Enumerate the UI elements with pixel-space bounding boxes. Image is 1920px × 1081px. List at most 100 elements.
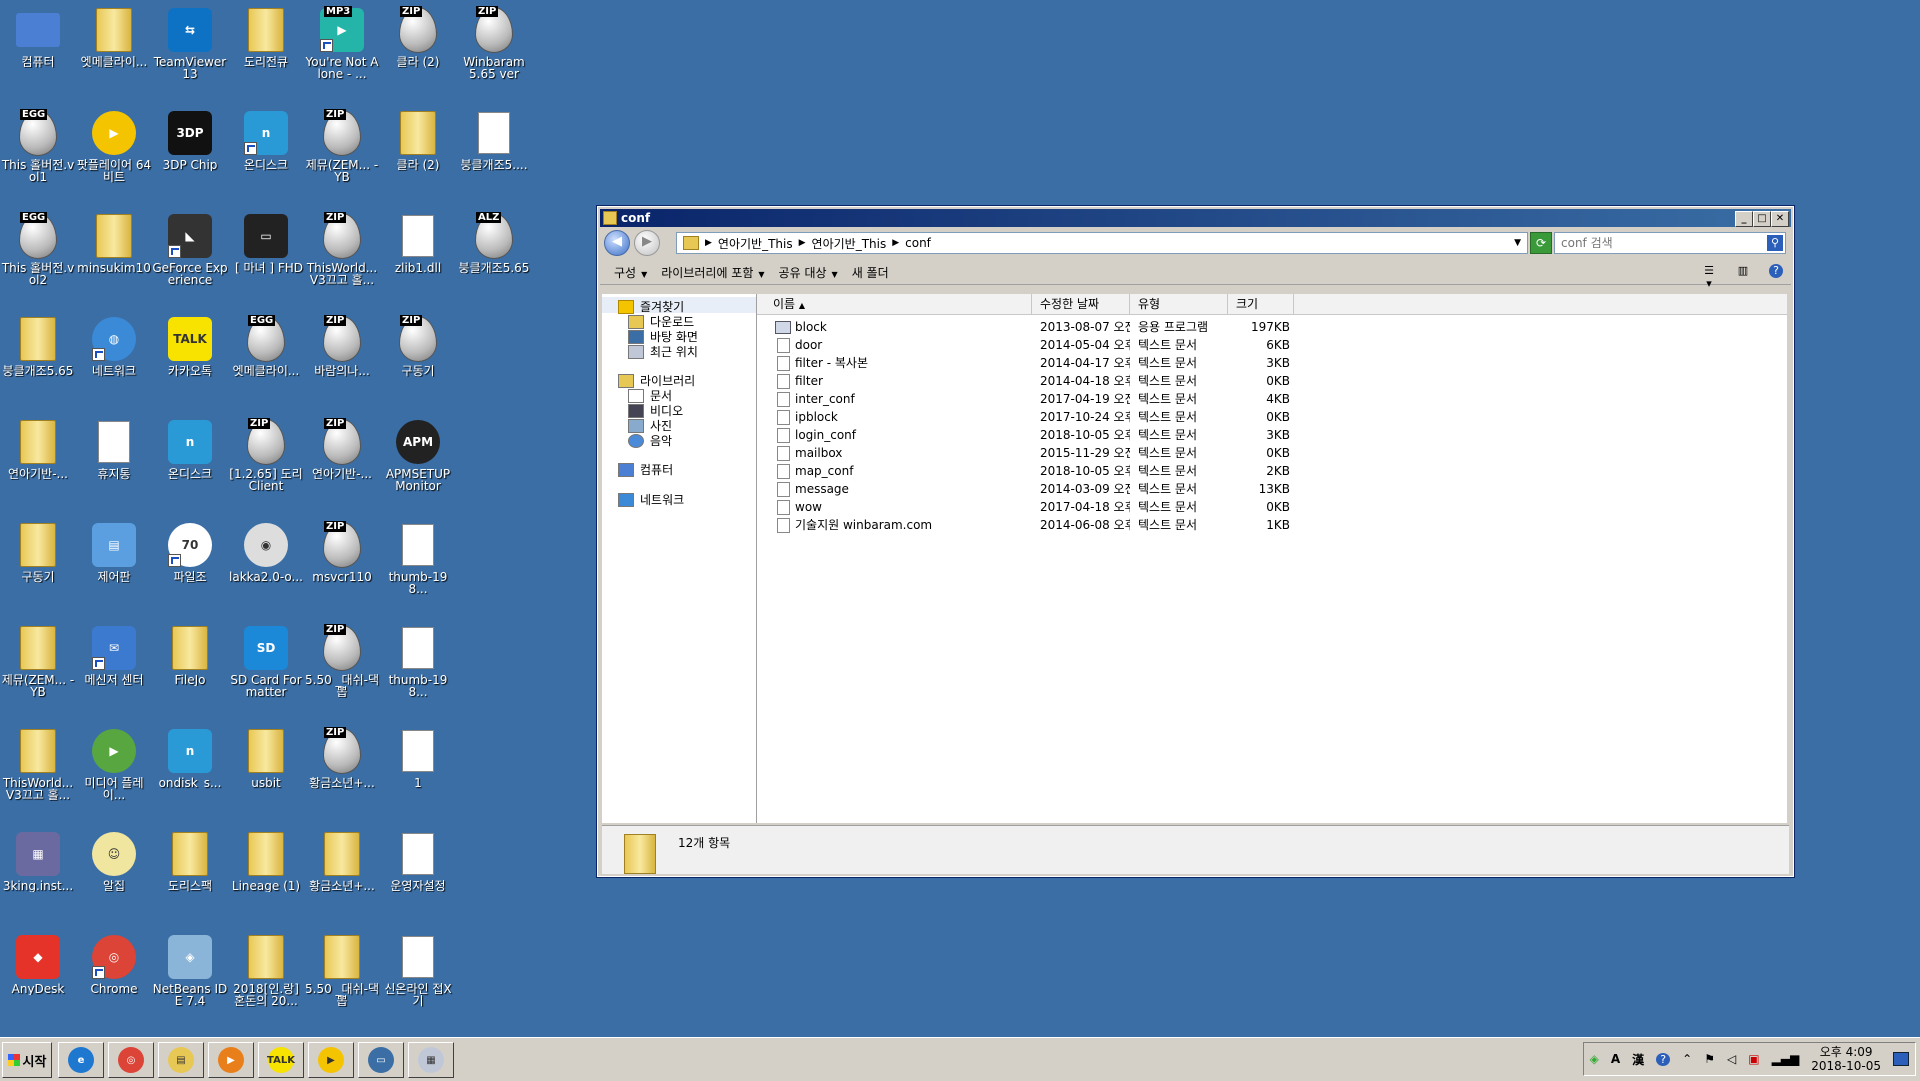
desktop-icon-egg[interactable]: ZIP [1.2.65] 도리 Client: [228, 418, 304, 492]
help-icon[interactable]: ?: [1656, 1052, 1671, 1066]
desktop-icon-folder[interactable]: ThisWorld... V3끄고 홀...: [0, 727, 76, 801]
clock[interactable]: 오후 4:09 2018-10-05: [1811, 1045, 1881, 1073]
volume-icon[interactable]: ◁: [1727, 1052, 1736, 1066]
desktop-icon-circle[interactable]: ▶ 미디어 플레이...: [76, 727, 152, 801]
close-button[interactable]: ✕: [1771, 211, 1789, 227]
network-status-icon[interactable]: ▣: [1748, 1052, 1759, 1066]
desktop-icon-folder[interactable]: 도리전큐: [228, 6, 304, 68]
desktop-icon-egg[interactable]: ZIP 5.50 _대쉬-댁뽑: [304, 624, 380, 698]
maximize-button[interactable]: □: [1753, 211, 1771, 227]
desktop-icon-circle[interactable]: ◎ Chrome: [76, 933, 152, 995]
share-with-button[interactable]: 공유 대상 ▼: [779, 264, 838, 281]
desktop-icon-doc[interactable]: zlib1.dll: [380, 212, 456, 274]
search-input[interactable]: [1555, 233, 1763, 253]
view-options-icon[interactable]: ☰ ▾: [1701, 264, 1717, 290]
breadcrumb-item[interactable]: 연아기반_This: [718, 235, 793, 252]
desktop-icon-square[interactable]: n ondisk_s...: [152, 727, 228, 789]
refresh-button[interactable]: ⟳: [1530, 232, 1552, 254]
desktop-icon-egg[interactable]: ZIP 제뮤(ZEM... - YB: [304, 109, 380, 183]
nav-music[interactable]: 음악: [628, 432, 672, 449]
desktop-icon-folder[interactable]: Lineage (1): [228, 830, 304, 892]
file-row[interactable]: 기술지원 winbaram.com 2014-06-08 오후 ... 텍스트 문서…: [757, 514, 1787, 536]
desktop-icon-egg[interactable]: ZIP 클라 (2): [380, 6, 456, 68]
desktop-icon-folder[interactable]: 황금소년+...: [304, 830, 380, 892]
desktop-icon-square[interactable]: ◈ NetBeans IDE 7.4: [152, 933, 228, 1007]
desktop-icon-folder[interactable]: 도리스팩: [152, 830, 228, 892]
desktop-icon-square[interactable]: ▦ 3king.inst...: [0, 830, 76, 892]
action-center-icon[interactable]: ⚑: [1704, 1052, 1715, 1066]
desktop-icon-square[interactable]: ⇆ TeamViewer 13: [152, 6, 228, 80]
desktop-icon-doc[interactable]: 운영자설정: [380, 830, 456, 892]
desktop-icon-folder[interactable]: 연아기반-...: [0, 418, 76, 480]
desktop-icon-egg[interactable]: ZIP Winbaram 5.65 ver: [456, 6, 532, 80]
desktop-icon-circle[interactable]: 70 파일조: [152, 521, 228, 583]
ime-hanja[interactable]: 漢: [1632, 1051, 1644, 1068]
breadcrumb-item[interactable]: 연아기반_This: [812, 235, 887, 252]
taskbar-explorer-button[interactable]: ▤: [158, 1042, 204, 1078]
desktop-icon-square[interactable]: 3DP 3DP Chip: [152, 109, 228, 171]
nav-recent[interactable]: 최근 위치: [628, 343, 698, 360]
desktop-icon-egg[interactable]: EGG This 홀버전.vol1: [0, 109, 76, 183]
desktop-icon-egg[interactable]: ZIP 황금소년+...: [304, 727, 380, 789]
desktop-icon-circle[interactable]: APM APMSETUP Monitor: [380, 418, 456, 492]
language-bar-icon[interactable]: ◈: [1590, 1052, 1599, 1066]
desktop-icon-square[interactable]: n 온디스크: [228, 109, 304, 171]
new-folder-button[interactable]: 새 폴더: [852, 264, 889, 281]
back-button[interactable]: ◀: [604, 230, 630, 256]
desktop-icon-egg[interactable]: ZIP 구동기: [380, 315, 456, 377]
search-icon[interactable]: ⚲: [1767, 235, 1783, 251]
show-desktop-icon[interactable]: [1893, 1052, 1909, 1066]
column-date[interactable]: 수정한 날짜: [1032, 294, 1130, 314]
desktop-icon-square[interactable]: TALK 카카오톡: [152, 315, 228, 377]
ime-mode-a[interactable]: A: [1611, 1052, 1620, 1066]
nav-network[interactable]: 네트워크: [618, 491, 684, 508]
desktop-icon-doc[interactable]: 붕클개조5....: [456, 109, 532, 171]
preview-pane-icon[interactable]: ▥: [1735, 264, 1751, 278]
search-box[interactable]: ⚲: [1554, 232, 1786, 254]
desktop-icon-egg[interactable]: ZIP ThisWorld... V3끄고 홀...: [304, 212, 380, 286]
desktop-icon-folder[interactable]: 붕클개조5.65: [0, 315, 76, 377]
desktop-icon-square[interactable]: ◣ GeForce Experience: [152, 212, 228, 286]
taskbar-remote-desktop-button[interactable]: ▭: [358, 1042, 404, 1078]
taskbar-media-button[interactable]: ▶: [208, 1042, 254, 1078]
help-icon[interactable]: ?: [1769, 264, 1783, 278]
desktop-icon-square[interactable]: ▤ 제어판: [76, 521, 152, 583]
taskbar-kakaotalk-button[interactable]: TALK: [258, 1042, 304, 1078]
breadcrumb-item[interactable]: conf: [905, 236, 931, 250]
desktop-icon-egg[interactable]: ZIP 바람의나...: [304, 315, 380, 377]
chevron-up-icon[interactable]: ⌃: [1682, 1052, 1692, 1066]
desktop-icon-square[interactable]: ▶ MP3 You're Not Alone - ...: [304, 6, 380, 80]
nav-computer[interactable]: 컴퓨터: [618, 461, 673, 478]
desktop-icon-square[interactable]: ▭ _[ 마녀 ] FHD: [228, 212, 304, 274]
desktop-icon-egg[interactable]: EGG 엣메클라이...: [228, 315, 304, 377]
include-library-button[interactable]: 라이브러리에 포함 ▼: [661, 264, 764, 281]
title-bar[interactable]: conf _ □ ✕: [600, 209, 1791, 227]
desktop-icon-folder[interactable]: 제뮤(ZEM... - YB: [0, 624, 76, 698]
column-name[interactable]: 이름 ▲: [757, 294, 1032, 314]
desktop-icon-egg[interactable]: ZIP 연아기반-...: [304, 418, 380, 480]
desktop-icon-egg[interactable]: ZIP msvcr110: [304, 521, 380, 583]
desktop-icon-egg[interactable]: EGG This 홀버전.vol2: [0, 212, 76, 286]
desktop-icon-folder[interactable]: 엣메클라이...: [76, 6, 152, 68]
desktop-icon-doc[interactable]: 1: [380, 727, 456, 789]
desktop-icon-folder[interactable]: 구동기: [0, 521, 76, 583]
desktop-icon-folder[interactable]: FileJo: [152, 624, 228, 686]
desktop-icon-egg[interactable]: ALZ 붕클개조5.65: [456, 212, 532, 274]
column-size[interactable]: 크기: [1228, 294, 1294, 314]
desktop-icon-square[interactable]: SD SD Card Formatter: [228, 624, 304, 698]
minimize-button[interactable]: _: [1735, 211, 1753, 227]
desktop-icon-circle[interactable]: ☺ 알집: [76, 830, 152, 892]
taskbar-window-app-button[interactable]: ▦: [408, 1042, 454, 1078]
column-type[interactable]: 유형: [1130, 294, 1228, 314]
desktop-icon-folder[interactable]: 클라 (2): [380, 109, 456, 171]
desktop-icon-folder[interactable]: minsukim10: [76, 212, 152, 274]
start-button[interactable]: 시작: [2, 1042, 52, 1078]
desktop-icon-computer[interactable]: 컴퓨터: [0, 6, 76, 68]
desktop-icon-circle[interactable]: ◍ 네트워크: [76, 315, 152, 377]
chevron-down-icon[interactable]: ▼: [1514, 238, 1521, 248]
desktop-icon-square[interactable]: ✉ 메신저 센터: [76, 624, 152, 686]
taskbar-ie-button[interactable]: e: [58, 1042, 104, 1078]
desktop-icon-circle[interactable]: ▶ 팟플레이어 64 비트: [76, 109, 152, 183]
taskbar-chrome-button[interactable]: ◎: [108, 1042, 154, 1078]
explorer-window[interactable]: conf _ □ ✕ ◀ ▶ ▶ 연아기반_This ▶ 연아기반_This ▶…: [596, 205, 1795, 878]
